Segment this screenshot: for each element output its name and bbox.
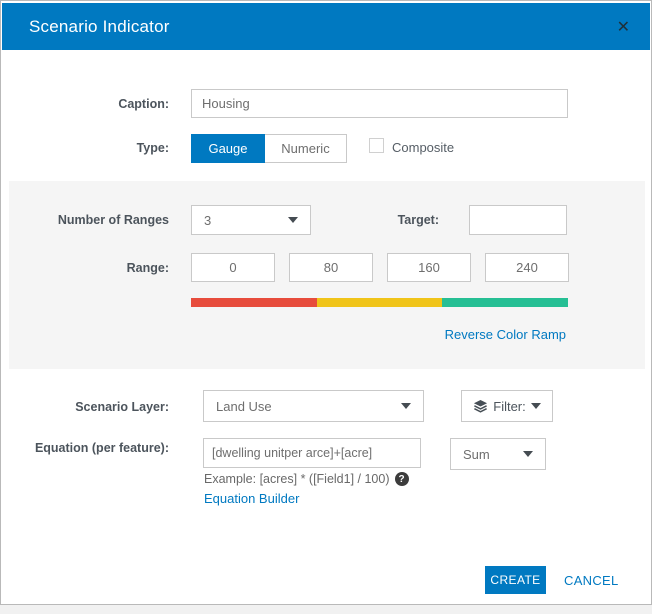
scenario-indicator-dialog: Scenario Indicator ✕ Caption: Type: Gaug… [0,0,652,605]
filter-button[interactable]: Filter: [461,390,553,422]
reverse-color-ramp-link[interactable]: Reverse Color Ramp [445,327,566,342]
ramp-segment-green [442,298,568,307]
target-input[interactable] [469,205,567,235]
color-ramp [191,298,568,307]
scenario-layer-label: Scenario Layer: [21,400,169,415]
aggregation-value: Sum [463,447,523,462]
equation-example-text: Example: [acres] * ([Field1] / 100) [204,472,390,486]
dialog-title: Scenario Indicator [2,17,170,37]
dialog-header: Scenario Indicator ✕ [2,3,650,50]
cancel-button[interactable]: CANCEL [564,573,619,588]
help-icon[interactable]: ? [395,472,409,486]
close-icon[interactable]: ✕ [611,3,636,50]
chevron-down-icon [401,403,411,409]
caption-label: Caption: [21,97,169,112]
chevron-down-icon [523,451,533,457]
type-label: Type: [21,141,169,156]
target-label: Target: [311,213,439,228]
scenario-layer-value: Land Use [216,399,401,414]
number-of-ranges-label: Number of Ranges [21,213,169,228]
equation-builder-link[interactable]: Equation Builder [204,491,299,506]
ramp-segment-red [191,298,317,307]
composite-checkbox[interactable] [369,138,384,153]
range-input-4[interactable] [485,253,569,282]
ramp-segment-yellow [317,298,443,307]
scenario-layer-dropdown[interactable]: Land Use [203,390,424,422]
filter-label: Filter: [493,399,526,414]
chevron-down-icon [531,403,541,409]
equation-label: Equation (per feature): [21,441,169,456]
number-of-ranges-value: 3 [204,213,288,228]
type-numeric-button[interactable]: Numeric [265,134,347,163]
create-button[interactable]: CREATE [485,566,546,594]
composite-label: Composite [392,140,454,155]
aggregation-dropdown[interactable]: Sum [450,438,546,470]
type-gauge-button[interactable]: Gauge [191,134,265,163]
equation-input[interactable] [203,438,421,468]
number-of-ranges-dropdown[interactable]: 3 [191,205,311,235]
caption-input[interactable] [191,89,568,118]
chevron-down-icon [288,217,298,223]
range-input-3[interactable] [387,253,471,282]
layers-icon [473,399,488,414]
range-label: Range: [21,261,169,276]
range-input-2[interactable] [289,253,373,282]
range-input-1[interactable] [191,253,275,282]
